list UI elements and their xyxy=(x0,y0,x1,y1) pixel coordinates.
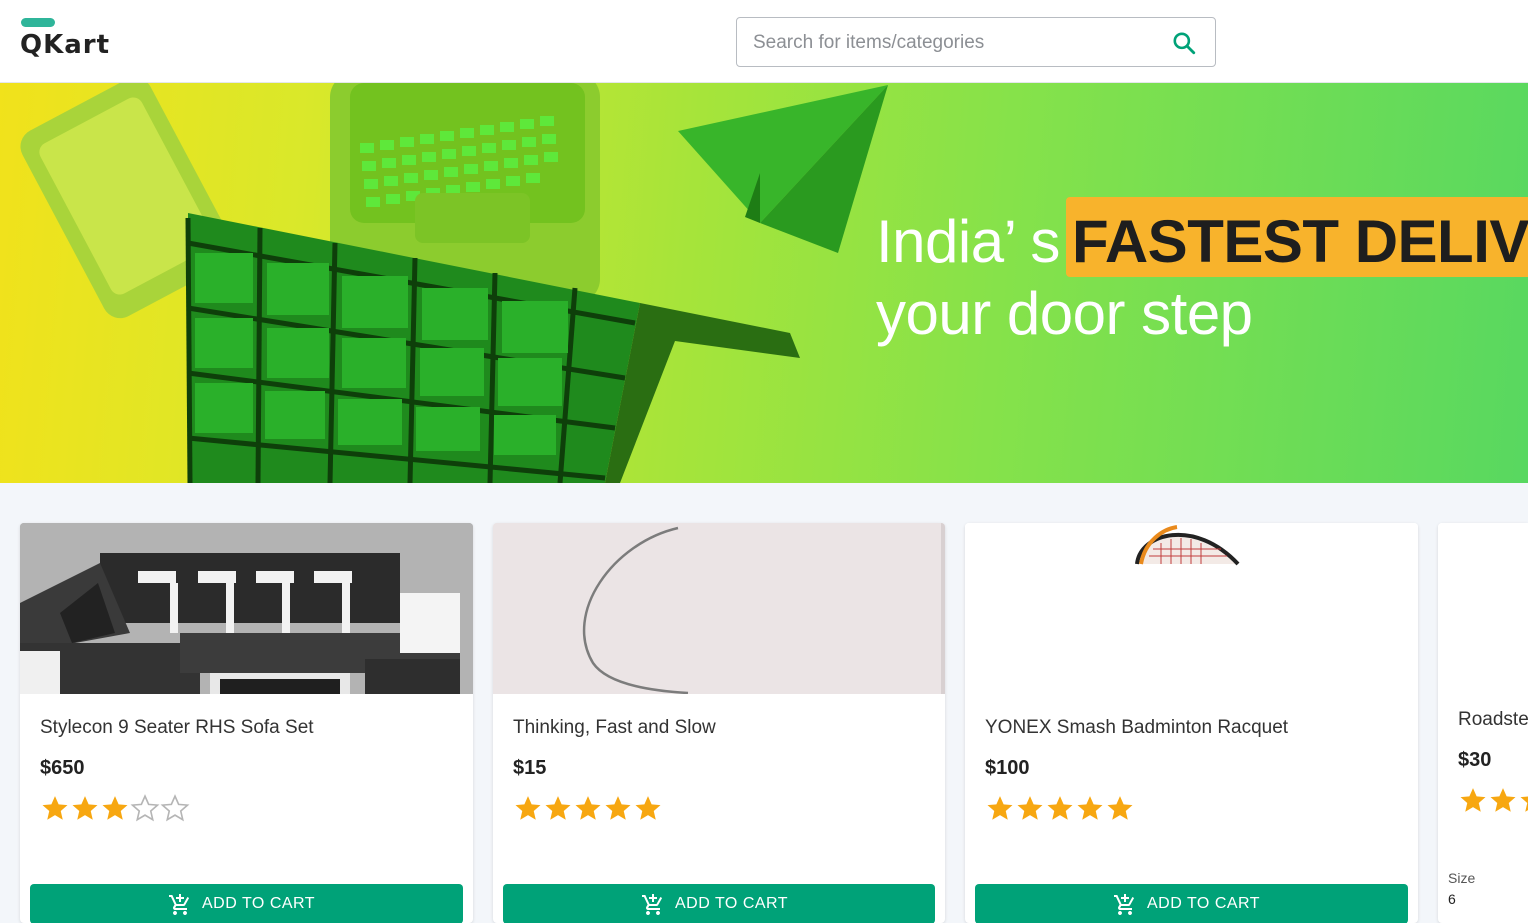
product-card[interactable]: Stylecon 9 Seater RHS Sofa Set $650 ADD … xyxy=(20,523,473,923)
hero-headline-line2: your door step xyxy=(876,280,1253,347)
star-filled-icon xyxy=(1047,796,1073,820)
add-cart-icon xyxy=(169,894,190,915)
add-cart-icon xyxy=(642,894,663,915)
logo-text: QKart xyxy=(20,30,111,60)
star-empty-icon xyxy=(130,794,160,822)
add-to-cart-button[interactable]: ADD TO CART xyxy=(975,884,1408,923)
add-to-cart-label: ADD TO CART xyxy=(675,895,789,912)
search-box xyxy=(736,17,1216,67)
product-price: $650 xyxy=(40,757,85,779)
hero-headline-prefix: India’ s xyxy=(876,208,1060,275)
product-price: $30 xyxy=(1458,749,1492,771)
star-filled-icon xyxy=(1017,796,1043,820)
star-filled-icon xyxy=(1460,788,1486,812)
product-image[interactable] xyxy=(965,523,1418,694)
star-filled-icon xyxy=(635,796,661,820)
product-card[interactable]: Roadste $30 Size 6 xyxy=(1438,523,1528,923)
product-image[interactable] xyxy=(493,523,945,694)
star-filled-icon xyxy=(1107,796,1133,820)
add-cart-icon xyxy=(1114,894,1135,915)
hero-banner: India’ s FASTEST DELIVE your door step xyxy=(0,83,1528,483)
product-card[interactable]: Thinking, Fast and Slow $15 ADD TO CART xyxy=(493,523,945,923)
product-image[interactable] xyxy=(1438,523,1528,683)
rating-stars xyxy=(513,793,663,823)
product-price: $15 xyxy=(513,757,547,779)
star-filled-icon xyxy=(605,796,631,820)
star-empty-icon xyxy=(160,794,190,822)
rating-stars xyxy=(40,793,190,823)
star-filled-icon xyxy=(42,796,68,820)
shopping-cart-illustration xyxy=(20,83,888,483)
star-filled-icon xyxy=(72,796,98,820)
star-filled-icon xyxy=(1077,796,1103,820)
product-price: $100 xyxy=(985,757,1030,779)
product-name: Stylecon 9 Seater RHS Sofa Set xyxy=(40,717,314,738)
rating-stars xyxy=(1458,785,1528,815)
star-filled-icon xyxy=(1520,796,1528,812)
size-select[interactable]: 6 xyxy=(1448,891,1528,921)
rating-stars xyxy=(985,793,1135,823)
product-name: YONEX Smash Badminton Racquet xyxy=(985,717,1289,738)
racquet-image xyxy=(965,523,1418,694)
add-to-cart-label: ADD TO CART xyxy=(1147,895,1261,912)
star-filled-icon xyxy=(515,796,541,820)
logo-bar xyxy=(21,18,55,27)
add-to-cart-button[interactable]: ADD TO CART xyxy=(30,884,463,923)
product-card[interactable]: YONEX Smash Badminton Racquet $100 ADD T… xyxy=(965,523,1418,923)
size-label: Size xyxy=(1448,870,1476,886)
star-filled-icon xyxy=(545,796,571,820)
product-name: Thinking, Fast and Slow xyxy=(513,717,716,738)
star-filled-icon xyxy=(987,796,1013,820)
qkart-logo[interactable]: QKart xyxy=(20,18,120,64)
paper-plane-graphic xyxy=(678,85,888,253)
hero-headline-highlight: FASTEST DELIVE xyxy=(1072,208,1528,275)
product-image[interactable] xyxy=(20,523,473,694)
star-filled-icon xyxy=(575,796,601,820)
search-icon[interactable] xyxy=(1171,30,1197,56)
book-cover-image xyxy=(493,523,945,694)
search-input[interactable] xyxy=(753,30,1153,56)
star-filled-icon xyxy=(102,796,128,820)
product-name: Roadste xyxy=(1458,709,1528,730)
add-to-cart-button[interactable]: ADD TO CART xyxy=(503,884,935,923)
star-filled-icon xyxy=(1490,788,1516,812)
add-to-cart-label: ADD TO CART xyxy=(202,895,316,912)
top-header: QKart xyxy=(0,0,1528,83)
sofa-image xyxy=(20,523,473,694)
